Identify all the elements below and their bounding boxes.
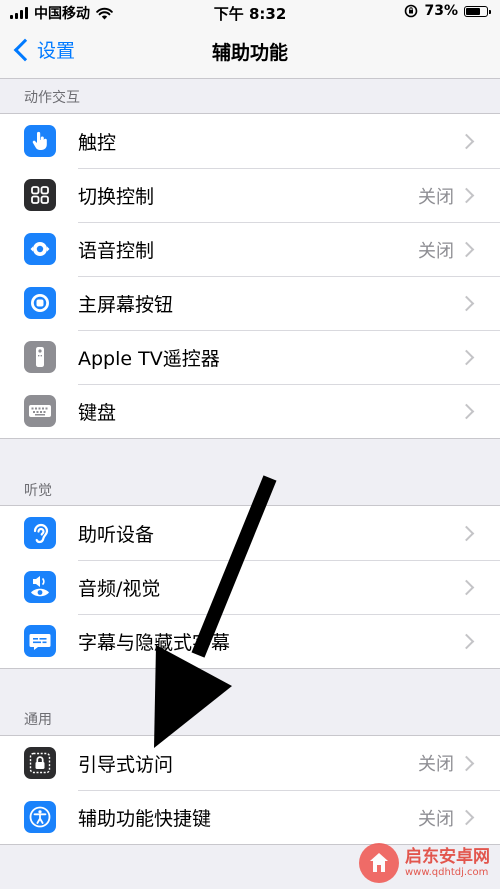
row-label: 键盘 — [78, 402, 117, 424]
battery-percent: 73% — [424, 3, 458, 19]
row-label: 辅助功能快捷键 — [78, 808, 212, 830]
section-header-interaction: 动作交互 — [24, 90, 80, 106]
row-touch[interactable]: 触控 — [0, 114, 500, 168]
row-hearing-devices[interactable]: 助听设备 — [0, 506, 500, 560]
row-subtitles-captions[interactable]: 字幕与隐藏式字幕 — [0, 614, 500, 668]
chevron-right-icon — [458, 579, 475, 596]
section-header-hearing: 听觉 — [24, 483, 52, 499]
status-bar: 中国移动 下午 8:32 73% — [0, 0, 500, 24]
accessibility-shortcut-icon — [24, 801, 56, 833]
row-label: 字幕与隐藏式字幕 — [78, 632, 231, 654]
row-label: Apple TV遥控器 — [78, 348, 220, 370]
group-general: 引导式访问 关闭 辅助功能快捷键 关闭 — [0, 735, 500, 845]
row-switch-control[interactable]: 切换控制 关闭 — [0, 168, 500, 222]
chevron-right-icon — [458, 525, 475, 541]
switch-control-grid-icon — [24, 179, 56, 211]
navigation-bar: 设置 辅助功能 — [0, 24, 500, 79]
row-value: 关闭 — [418, 240, 454, 262]
watermark-name: 启东安卓网 — [405, 847, 490, 868]
row-home-button[interactable]: 主屏幕按钮 — [0, 276, 500, 330]
row-value: 关闭 — [418, 808, 454, 830]
home-button-icon — [24, 287, 56, 319]
chevron-right-icon — [458, 295, 475, 312]
row-voice-control[interactable]: 语音控制 关闭 — [0, 222, 500, 276]
row-label: 引导式访问 — [78, 753, 174, 776]
audio-visual-icon — [24, 571, 56, 603]
group-hearing: 助听设备 音频/视觉 字幕与隐藏式字幕 — [0, 505, 500, 669]
watermark-logo-icon — [359, 843, 399, 883]
orientation-lock-icon — [405, 4, 418, 18]
chevron-right-icon — [458, 133, 475, 149]
row-label: 语音控制 — [78, 240, 155, 262]
row-accessibility-shortcut[interactable]: 辅助功能快捷键 关闭 — [0, 790, 500, 844]
chevron-right-icon — [458, 755, 475, 771]
page-title: 辅助功能 — [211, 42, 288, 64]
hand-touch-icon — [24, 125, 56, 157]
section-header-general: 通用 — [24, 712, 52, 728]
chevron-right-icon — [458, 403, 475, 420]
chevron-right-icon — [458, 349, 475, 366]
ear-icon — [24, 517, 56, 549]
row-label: 音频/视觉 — [78, 578, 161, 600]
chevron-right-icon — [458, 633, 475, 650]
row-label: 切换控制 — [78, 186, 155, 208]
row-label: 主屏幕按钮 — [78, 294, 174, 316]
watermark: 启东安卓网 www.qdhtdj.com — [359, 843, 490, 883]
battery-icon — [464, 5, 491, 17]
row-keyboard[interactable]: 键盘 — [0, 384, 500, 438]
voice-control-icon — [24, 233, 56, 265]
chevron-right-icon — [458, 809, 475, 826]
row-audio-visual[interactable]: 音频/视觉 — [0, 560, 500, 614]
keyboard-icon — [24, 395, 56, 427]
row-label: 助听设备 — [78, 523, 155, 546]
watermark-url: www.qdhtdj.com — [405, 866, 489, 878]
captions-icon — [24, 625, 56, 657]
guided-access-lock-icon — [24, 747, 56, 779]
chevron-right-icon — [458, 241, 475, 258]
tv-remote-icon — [24, 341, 56, 373]
battery-fill — [466, 7, 480, 15]
chevron-right-icon — [458, 187, 475, 204]
row-apple-tv-remote[interactable]: Apple TV遥控器 — [0, 330, 500, 384]
row-value: 关闭 — [418, 754, 454, 775]
row-label: 触控 — [78, 131, 117, 154]
group-interaction: 触控 切换控制 关闭 语音控制 关闭 主屏幕按钮 Apple TV遥控器 键盘 — [0, 113, 500, 439]
row-guided-access[interactable]: 引导式访问 关闭 — [0, 736, 500, 790]
row-value: 关闭 — [418, 186, 454, 208]
status-right: 73% — [404, 3, 491, 19]
